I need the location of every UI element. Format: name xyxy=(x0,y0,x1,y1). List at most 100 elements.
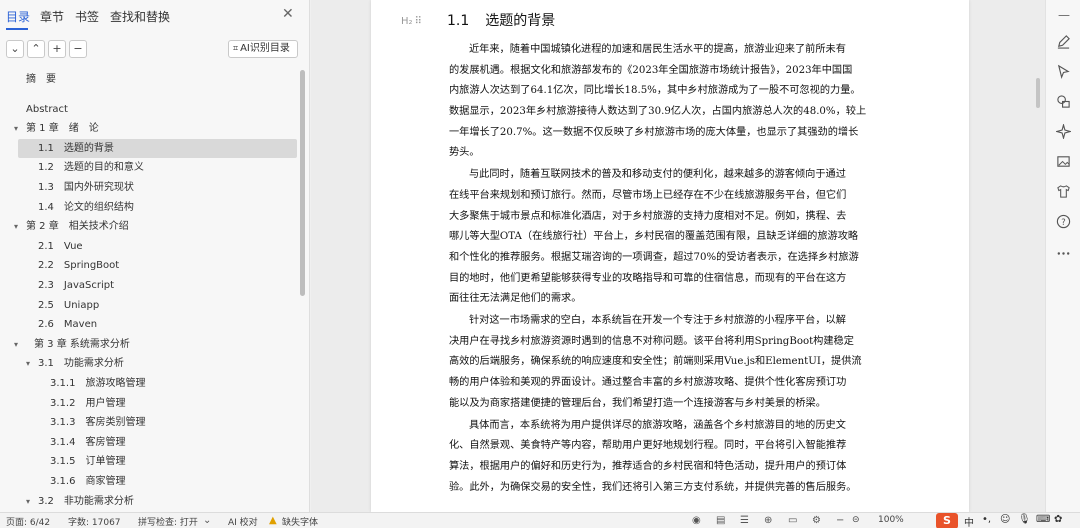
paragraph-line: 哪儿等大型OTA（在线旅行社）平台上，乡村民宿的覆盖范围有限，且缺乏详细的旅游攻… xyxy=(449,231,859,243)
toc-item-label: 2.1 Vue xyxy=(38,240,83,252)
toc-item[interactable]: ▾ 3.1 功能需求分析 xyxy=(0,354,298,373)
toc-item[interactable]: 1.4 论文的组织结构 xyxy=(0,198,298,217)
more-options-icon[interactable] xyxy=(1056,246,1071,261)
tab-bookmarks[interactable]: 书签 xyxy=(75,8,99,25)
zoom-level[interactable]: 100% xyxy=(878,515,904,525)
chevron-down-icon[interactable]: ▾ xyxy=(26,492,30,506)
drag-handle-icon[interactable]: ⠿ xyxy=(415,16,422,27)
page-view-icon[interactable]: ▤ xyxy=(716,515,725,526)
ime-punctuation-toggle[interactable]: •, xyxy=(982,514,991,525)
section-heading: 1.1 选题的背景 xyxy=(447,10,555,30)
paragraph-line: 验。此外，为确保交易的安全性，我们还将引入第三方支付系统，并提供完善的售后服务。 xyxy=(449,481,857,493)
collapse-all-button[interactable]: ⌄ xyxy=(6,40,24,58)
paragraph-line: 能以及为商家搭建便捷的管理后台，我们希望打造一个连接游客与乡村美景的桥梁。 xyxy=(449,397,826,409)
status-bar: 页面: 6/42 字数: 17067 拼写检查: 打开 ⌄ AI 校对 ▲ 缺失… xyxy=(0,512,1080,528)
toc-item[interactable]: 2.6 Maven xyxy=(0,315,298,334)
toc-item[interactable]: 2.5 Uniapp xyxy=(0,296,298,315)
toc-item-label: 2.5 Uniapp xyxy=(38,299,100,311)
ai-sparkle-icon[interactable] xyxy=(1056,124,1071,139)
edit-icon[interactable] xyxy=(1056,34,1071,49)
chevron-down-icon[interactable]: ⌄ xyxy=(203,515,211,526)
toc-item[interactable]: 3.1.1 旅游攻略管理 xyxy=(0,374,298,393)
toc-item[interactable]: 3.1.3 客房类别管理 xyxy=(0,413,298,432)
body-paragraph[interactable]: 针对这一市场需求的空白，本系统旨在开发一个专注于乡村旅游的小程序平台，以解 决用户… xyxy=(449,311,903,414)
toc-item[interactable]: 1.1 选题的背景 xyxy=(18,138,297,158)
toc-item-label: 3.1.1 旅游攻略管理 xyxy=(50,378,146,389)
toc-list: 摘 要 Abstract ▾ 第 1 章 绪 论 1.1 选题的背景 1.2 选题的目的和… xyxy=(0,66,300,506)
tab-find-replace[interactable]: 查找和替换 xyxy=(110,8,170,25)
toc-item-label: 3.1.6 商家管理 xyxy=(50,476,126,487)
missing-font-button[interactable]: 缺失字体 xyxy=(282,515,318,528)
toc-item[interactable]: ▾ 第 1 章 绪 论 xyxy=(0,119,298,138)
theme-shirt-icon[interactable] xyxy=(1056,184,1071,199)
body-paragraph[interactable]: 具体而言，本系统将为用户提供详尽的旅游攻略，涵盖各个乡村旅游目的地的历史文 化、自… xyxy=(449,416,903,499)
settings-icon[interactable]: ⚙ xyxy=(812,515,821,526)
toc-item-label: 3.1.2 用户管理 xyxy=(50,397,126,409)
toc-item[interactable]: 2.3 JavaScript xyxy=(0,276,298,295)
zoom-slider[interactable]: ⊝ xyxy=(852,515,860,525)
navigation-panel: 目录 章节 书签 查找和替换 ✕ ⌄ ⌃ + − ⌗ AI识别目录 摘 要 Abst… xyxy=(0,0,310,512)
chevron-down-icon[interactable]: ▾ xyxy=(14,119,18,138)
chevron-down-icon[interactable]: ▾ xyxy=(14,217,18,236)
sogou-logo-icon[interactable]: S xyxy=(936,513,958,528)
toc-item-label: 2.6 Maven xyxy=(38,319,98,331)
toc-item[interactable]: 3.1.5 订单管理 xyxy=(0,452,298,471)
tab-toc[interactable]: 目录 xyxy=(6,8,30,25)
ime-emoji-button[interactable]: ☺ xyxy=(1000,514,1010,525)
toc-item[interactable]: 1.3 国内外研究现状 xyxy=(0,178,298,197)
ime-language-toggle[interactable]: 中 xyxy=(964,514,974,528)
toc-item[interactable]: ▾ 3.2 非功能需求分析 xyxy=(0,492,298,506)
select-pointer-icon[interactable] xyxy=(1056,64,1071,79)
toc-item[interactable]: ▾ 第 3 章 系统需求分析 xyxy=(0,335,298,354)
toc-item[interactable]: 2.1 Vue xyxy=(0,237,298,256)
body-paragraph[interactable]: 近年来，随着中国城镇化进程的加速和居民生活水平的提高，旅游业迎来了前所未有 的发展… xyxy=(449,40,903,164)
expand-all-button[interactable]: ⌃ xyxy=(27,40,45,58)
toc-item[interactable]: ▾ 第 2 章 相关技术介绍 xyxy=(0,217,298,236)
keyboard-icon[interactable]: ⌨ xyxy=(1036,514,1050,525)
toc-item-label: 3.2 非功能需求分析 xyxy=(38,495,134,506)
microphone-icon[interactable]: 🎙 xyxy=(1018,514,1031,525)
toc-scrollbar[interactable] xyxy=(300,70,305,296)
view-eye-icon[interactable]: ◉ xyxy=(692,515,701,526)
word-count[interactable]: 字数: 17067 xyxy=(68,515,121,528)
ai-toc-button[interactable]: ⌗ AI识别目录 xyxy=(228,40,298,58)
toc-item[interactable]: Abstract xyxy=(0,100,298,119)
toc-item[interactable]: 3.1.2 用户管理 xyxy=(0,394,298,413)
close-icon[interactable]: ✕ xyxy=(282,6,294,22)
image-icon[interactable] xyxy=(1056,154,1071,169)
web-view-icon[interactable]: ⊕ xyxy=(764,515,772,526)
outline-view-icon[interactable]: ☰ xyxy=(740,515,749,526)
toc-item-label: Abstract xyxy=(26,103,68,115)
heading-level-marker[interactable]: H₂ ⠿ xyxy=(401,16,422,27)
toc-item[interactable]: 摘 要 xyxy=(0,70,298,89)
toc-item[interactable]: 2.2 SpringBoot xyxy=(0,256,298,275)
paragraph-line: 与此同时，随着互联网技术的普及和移动支付的便利化，越来越多的游客倾向于通过 xyxy=(469,169,846,181)
ai-proofread-button[interactable]: AI 校对 xyxy=(228,515,258,528)
chevron-down-icon[interactable]: ▾ xyxy=(26,354,30,373)
spellcheck-toggle[interactable]: 拼写检查: 打开 xyxy=(138,515,198,528)
tab-chapters[interactable]: 章节 xyxy=(40,8,64,25)
toc-item-label: 第 2 章 相关技术介绍 xyxy=(26,221,129,233)
paragraph-line: 算法，根据用户的偏好和历史行为，推荐适合的乡村民宿和特色活动，提升用户的预订体 xyxy=(449,460,847,472)
add-heading-button[interactable]: + xyxy=(48,40,66,58)
help-icon[interactable]: ? xyxy=(1056,214,1071,229)
zoom-out-icon[interactable]: − xyxy=(836,515,844,526)
chevron-down-icon[interactable]: ▾ xyxy=(14,335,18,354)
toc-item-label: 1.3 国内外研究现状 xyxy=(38,182,134,193)
toc-item[interactable]: 3.1.4 客房管理 xyxy=(0,433,298,452)
ime-skin-icon[interactable]: ✿ xyxy=(1054,514,1062,525)
ai-toc-label: AI识别目录 xyxy=(240,43,290,54)
remove-heading-button[interactable]: − xyxy=(69,40,87,58)
page-counter[interactable]: 页面: 6/42 xyxy=(6,515,50,528)
svg-text:?: ? xyxy=(1061,217,1065,227)
read-mode-icon[interactable]: ▭ xyxy=(788,515,797,526)
window-minimize-icon[interactable]: — xyxy=(1058,8,1070,22)
ai-toc-icon: ⌗ xyxy=(233,44,239,54)
document-page[interactable]: H₂ ⠿ 1.1 选题的背景 近年来，随着中国城镇化进程的加速和居民生活水平的提高，… xyxy=(371,0,969,512)
document-scrollbar[interactable] xyxy=(1036,78,1040,108)
toc-item[interactable]: 1.2 选题的目的和意义 xyxy=(0,158,298,177)
shapes-icon[interactable] xyxy=(1056,94,1071,109)
toc-item[interactable]: 3.1.6 商家管理 xyxy=(0,472,298,491)
body-paragraph[interactable]: 与此同时，随着互联网技术的普及和移动支付的便利化，越来越多的游客倾向于通过 在线平… xyxy=(449,165,903,310)
paragraph-line: 势头。 xyxy=(449,147,480,159)
